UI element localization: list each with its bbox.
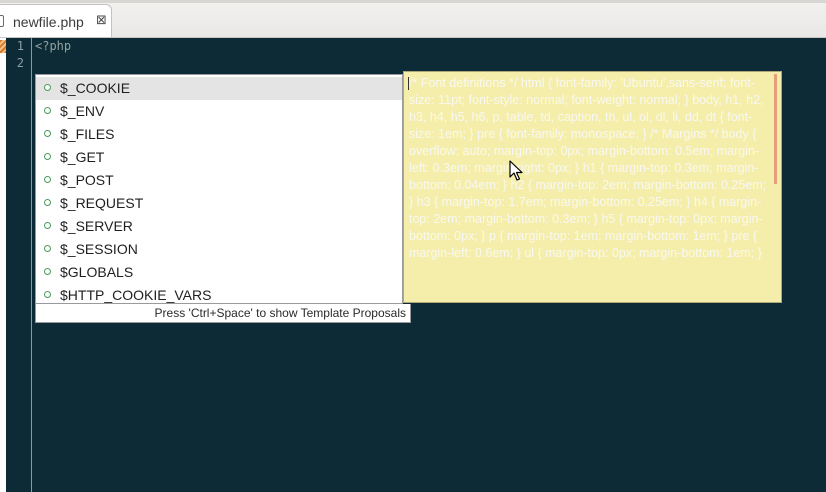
documentation-text: /* Font definitions */ html { font-famil…: [409, 76, 767, 260]
tab-newfile-php[interactable]: newfile.php ⊠: [0, 4, 112, 37]
tab-bar-border: [0, 0, 826, 3]
proposal-label: $_SERVER: [60, 218, 133, 234]
proposal-item[interactable]: $_COOKIE: [36, 77, 402, 100]
mouse-pointer-icon: [509, 160, 523, 181]
proposal-item[interactable]: $_SERVER: [36, 215, 402, 238]
variable-icon: [44, 245, 51, 252]
proposal-label: $_POST: [60, 172, 114, 188]
editor-tab-bar: newfile.php ⊠: [0, 0, 826, 38]
proposal-item[interactable]: $_REQUEST: [36, 192, 402, 215]
variable-icon: [44, 268, 51, 275]
tab-label: newfile.php: [13, 14, 84, 30]
code-line[interactable]: <?php: [35, 39, 71, 53]
proposal-item[interactable]: $_POST: [36, 169, 402, 192]
variable-icon: [44, 153, 51, 160]
doc-scrollbar[interactable]: [774, 74, 777, 184]
proposal-label: $_ENV: [60, 103, 105, 119]
content-assist-list[interactable]: $_COOKIE $_ENV $_FILES $_GET $_POST $_RE…: [35, 74, 403, 304]
template-proposals-hint: Press 'Ctrl+Space' to show Template Prop…: [35, 304, 411, 323]
proposal-label: $_SESSION: [60, 241, 138, 257]
documentation-popup[interactable]: /* Font definitions */ html { font-famil…: [403, 71, 782, 303]
proposal-label: $_COOKIE: [60, 80, 131, 96]
proposal-label: $_REQUEST: [60, 195, 144, 211]
proposal-label: $GLOBALS: [60, 264, 134, 280]
warning-marker-icon[interactable]: [0, 40, 6, 53]
proposal-label: $HTTP_COOKIE_VARS: [60, 287, 212, 303]
proposal-item[interactable]: $_FILES: [36, 123, 402, 146]
variable-icon: [44, 84, 51, 91]
overview-ruler: [0, 38, 6, 492]
variable-icon: [44, 222, 51, 229]
close-icon[interactable]: ⊠: [96, 13, 107, 27]
proposal-item[interactable]: $HTTP_COOKIE_VARS: [36, 284, 402, 303]
proposal-label: $_GET: [60, 149, 105, 165]
proposal-item[interactable]: $GLOBALS: [36, 261, 402, 284]
variable-icon: [44, 199, 51, 206]
variable-icon: [44, 130, 51, 137]
proposal-item[interactable]: $_GET: [36, 146, 402, 169]
line-number: 2: [16, 56, 24, 70]
proposal-item[interactable]: $_ENV: [36, 100, 402, 123]
variable-icon: [44, 176, 51, 183]
gutter-divider: [31, 38, 32, 492]
php-file-icon: [0, 15, 4, 27]
line-number: 1: [16, 39, 24, 53]
ide-window: newfile.php ⊠ 1 2 <?php $_COOKIE $_ENV $…: [0, 0, 826, 492]
variable-icon: [44, 291, 51, 298]
proposal-label: $_FILES: [60, 126, 115, 142]
variable-icon: [44, 107, 51, 114]
proposal-item[interactable]: $_SESSION: [36, 238, 402, 261]
